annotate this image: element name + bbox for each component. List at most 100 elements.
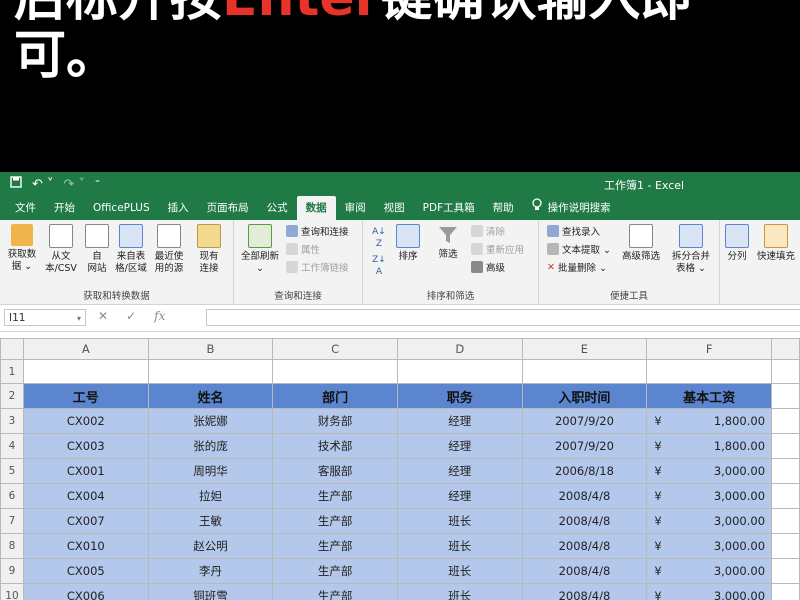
data-cell[interactable]: 2008/4/8 — [521, 483, 648, 509]
enter-icon[interactable]: ✓ — [126, 309, 136, 323]
salary-cell[interactable]: ¥3,000.00 — [646, 483, 773, 509]
data-cell[interactable]: 技术部 — [272, 433, 398, 459]
tab-file[interactable]: 文件 — [6, 196, 45, 220]
cell[interactable] — [771, 433, 800, 459]
data-cell[interactable]: 生产部 — [272, 558, 398, 584]
recent-sources-button[interactable]: 最近使 用的源 — [150, 224, 188, 275]
header-cell[interactable]: 部门 — [272, 383, 398, 409]
salary-cell[interactable]: ¥3,000.00 — [646, 558, 773, 584]
data-cell[interactable]: 李丹 — [147, 558, 274, 584]
split-merge-tables-button[interactable]: 拆分合并 表格 ⌄ — [665, 224, 717, 275]
existing-connections-button[interactable]: 现有 连接 — [192, 224, 226, 275]
reapply-button[interactable]: 重新应用 — [471, 242, 524, 256]
cell[interactable] — [771, 458, 800, 484]
tab-review[interactable]: 审阅 — [336, 196, 375, 220]
tab-page-layout[interactable]: 页面布局 — [198, 196, 258, 220]
sort-asc-button[interactable]: A↓ Z — [369, 226, 389, 250]
row-header[interactable]: 1 — [0, 359, 24, 384]
tab-pdf-tools[interactable]: PDF工具箱 — [414, 196, 484, 220]
cell[interactable] — [771, 483, 800, 509]
data-cell[interactable]: CX007 — [22, 508, 149, 534]
row-header[interactable]: 7 — [0, 508, 24, 534]
find-entry-button[interactable]: 查找录入 — [547, 224, 600, 238]
cancel-icon[interactable]: ✕ — [98, 309, 108, 323]
refresh-all-button[interactable]: 全部刷新 ⌄ — [238, 224, 282, 275]
advanced-filter-button[interactable]: 高级筛选 — [619, 224, 663, 263]
row-header[interactable]: 3 — [0, 408, 24, 434]
data-cell[interactable]: CX003 — [22, 433, 149, 459]
header-cell[interactable]: 工号 — [22, 383, 149, 409]
undo-icon[interactable]: ↶ ˅ — [32, 177, 54, 192]
cell[interactable] — [272, 359, 398, 384]
data-cell[interactable]: 周明华 — [147, 458, 274, 484]
cell[interactable] — [521, 359, 648, 384]
workbook-links-button[interactable]: 工作簿链接 — [286, 260, 349, 274]
get-data-button[interactable]: 获取数 据 ⌄ — [4, 224, 40, 273]
tab-data[interactable]: 数据 — [296, 196, 336, 220]
header-cell[interactable]: 入职时间 — [521, 383, 648, 409]
row-header[interactable]: 4 — [0, 433, 24, 459]
cell[interactable] — [771, 408, 800, 434]
cell[interactable] — [771, 558, 800, 584]
data-cell[interactable]: 2007/9/20 — [521, 433, 648, 459]
fx-icon[interactable]: fx — [154, 309, 165, 323]
cell[interactable] — [771, 359, 800, 384]
salary-cell[interactable]: ¥3,000.00 — [646, 458, 773, 484]
header-cell[interactable]: 基本工资 — [646, 383, 773, 409]
column-header-e[interactable]: E — [521, 338, 648, 360]
from-web-button[interactable]: 自 网站 — [82, 224, 112, 275]
salary-cell[interactable]: ¥3,000.00 — [646, 533, 773, 559]
column-header-b[interactable]: B — [147, 338, 274, 360]
text-extract-button[interactable]: 文本提取 ⌄ — [547, 242, 611, 256]
sort-desc-button[interactable]: Z↓ A — [369, 254, 389, 278]
cell[interactable] — [147, 359, 274, 384]
data-cell[interactable]: 班长 — [396, 533, 523, 559]
tab-home[interactable]: 开始 — [45, 196, 84, 220]
header-cell[interactable]: 职务 — [396, 383, 523, 409]
sort-button[interactable]: 排序 — [393, 224, 423, 263]
data-cell[interactable]: 王敏 — [147, 508, 274, 534]
row-header[interactable]: 6 — [0, 483, 24, 509]
save-icon[interactable] — [10, 176, 22, 192]
from-table-button[interactable]: 来自表 格/区域 — [112, 224, 150, 275]
tab-officeplus[interactable]: OfficePLUS — [84, 196, 159, 220]
tab-view[interactable]: 视图 — [375, 196, 414, 220]
data-cell[interactable]: 2008/4/8 — [521, 583, 648, 600]
row-header[interactable]: 9 — [0, 558, 24, 584]
data-cell[interactable]: 生产部 — [272, 508, 398, 534]
column-header-f[interactable]: F — [646, 338, 773, 360]
data-cell[interactable]: 拉妲 — [147, 483, 274, 509]
data-cell[interactable]: 铜班雪 — [147, 583, 274, 600]
data-cell[interactable]: 班长 — [396, 583, 523, 600]
data-cell[interactable]: 经理 — [396, 483, 523, 509]
row-header[interactable]: 8 — [0, 533, 24, 559]
tab-formulas[interactable]: 公式 — [258, 196, 297, 220]
cell[interactable] — [646, 359, 773, 384]
clear-filter-button[interactable]: 清除 — [471, 224, 505, 238]
salary-cell[interactable]: ¥3,000.00 — [646, 583, 773, 600]
data-cell[interactable]: 2008/4/8 — [521, 533, 648, 559]
row-header[interactable]: 2 — [0, 383, 24, 409]
data-cell[interactable]: 张妮娜 — [147, 408, 274, 434]
properties-button[interactable]: 属性 — [286, 242, 320, 256]
filter-button[interactable]: 筛选 — [433, 224, 463, 261]
data-cell[interactable]: CX010 — [22, 533, 149, 559]
column-header-d[interactable]: D — [396, 338, 523, 360]
advanced-button[interactable]: 高级 — [471, 260, 505, 274]
header-cell[interactable]: 姓名 — [147, 383, 274, 409]
column-header-c[interactable]: C — [272, 338, 398, 360]
cell[interactable] — [771, 583, 800, 600]
tab-help[interactable]: 帮助 — [484, 196, 523, 220]
data-cell[interactable]: CX004 — [22, 483, 149, 509]
data-cell[interactable]: 张的庞 — [147, 433, 274, 459]
tell-me-search[interactable]: 操作说明搜索 — [523, 196, 620, 220]
salary-cell[interactable]: ¥1,800.00 — [646, 433, 773, 459]
data-cell[interactable]: 经理 — [396, 433, 523, 459]
text-to-columns-button[interactable]: 分列 — [722, 224, 752, 263]
salary-cell[interactable]: ¥3,000.00 — [646, 508, 773, 534]
redo-icon[interactable]: ↷ ˅ — [64, 177, 86, 192]
column-header-a[interactable]: A — [22, 338, 149, 360]
cell[interactable] — [771, 508, 800, 534]
data-cell[interactable]: 经理 — [396, 408, 523, 434]
data-cell[interactable]: 2008/4/8 — [521, 508, 648, 534]
